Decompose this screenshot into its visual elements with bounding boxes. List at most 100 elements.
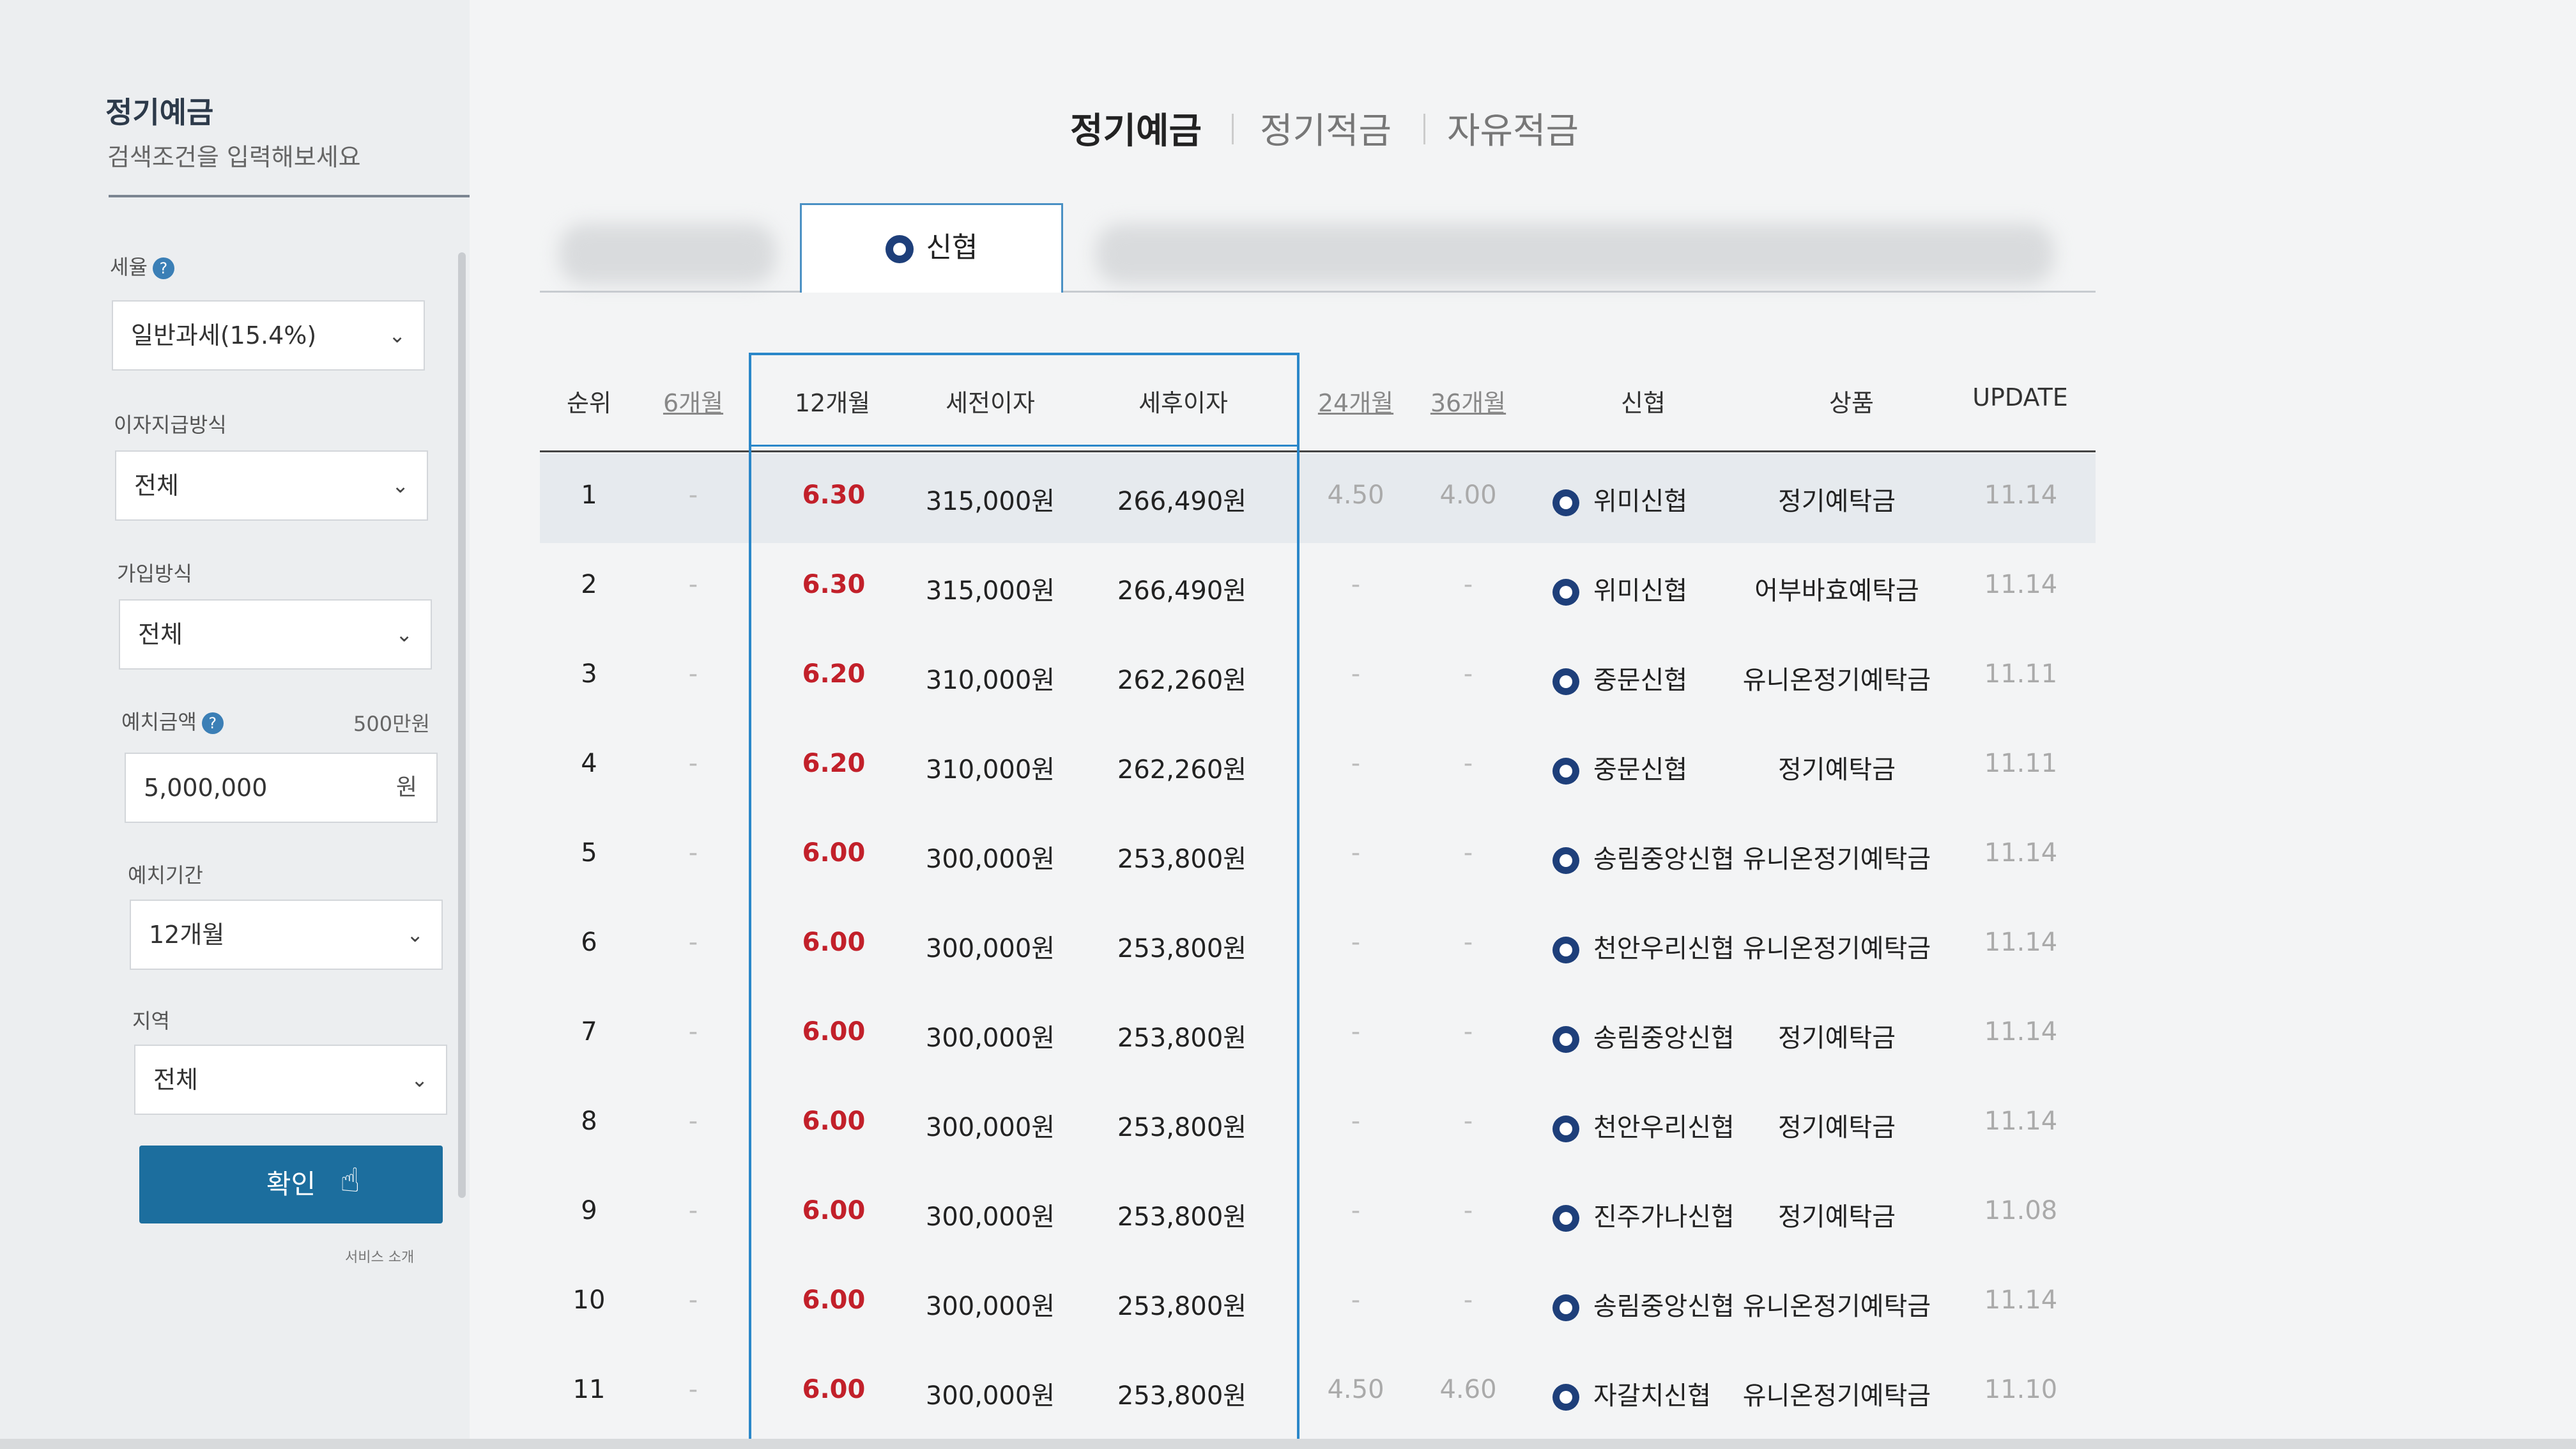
table-row[interactable]: 8 - 6.00 300,000원 253,800원 - - 정기예탁금 11.14 천안우리신협	[540, 1080, 2096, 1169]
table-row[interactable]: 1 - 6.30 315,000원 266,490원 4.50 4.00 정기예탁금 11.14…	[540, 454, 2096, 543]
cell-pre: 300,000원	[925, 845, 1055, 874]
table-row[interactable]: 9 - 6.00 300,000원 253,800원 - - 정기예탁금 11.08 진주가나신협	[540, 1169, 2096, 1259]
cell-rank: 2	[581, 570, 597, 599]
cell-m6: -	[688, 570, 698, 599]
chevron-down-icon: ⌄	[411, 1068, 428, 1092]
cell-rank: 6	[581, 928, 597, 957]
bank-name: 중문신협	[1593, 755, 1688, 785]
amount-input[interactable]: 5,000,000 원	[125, 753, 438, 823]
cell-bank[interactable]: 위미신협	[1552, 480, 1687, 518]
col-after-tax: 세후이자	[1138, 389, 1228, 417]
cell-update: 11.14	[1984, 1107, 2058, 1136]
cell-bank[interactable]: 천안우리신협	[1552, 928, 1735, 965]
cell-bank[interactable]: 송림중앙신협	[1552, 1285, 1735, 1322]
tab-fixed-deposit[interactable]: 정기예금	[1070, 102, 1202, 154]
tax-select-value: 일반과세(15.4%)	[131, 321, 317, 349]
cell-pre: 300,000원	[925, 934, 1055, 963]
cell-pre: 300,000원	[925, 1381, 1055, 1411]
cell-post: 266,490원	[1117, 576, 1247, 606]
cell-m36: -	[1463, 1285, 1473, 1315]
cell-product: 정기예탁금	[1778, 1202, 1896, 1232]
cell-rank: 4	[581, 749, 597, 778]
tax-select[interactable]: 일반과세(15.4%) ⌄	[112, 300, 425, 371]
col-6m[interactable]: 6개월	[663, 383, 723, 418]
region-label: 지역	[132, 1009, 170, 1033]
sidebar-footer-text[interactable]: 서비스 소개	[345, 1246, 414, 1266]
table-row[interactable]: 4 - 6.20 310,000원 262,260원 - - 정기예탁금 11.11 중문신협	[540, 722, 2096, 811]
cell-m12: 6.00	[802, 1375, 866, 1404]
confirm-button[interactable]: 확인	[139, 1146, 443, 1223]
cell-post: 253,800원	[1117, 1202, 1247, 1232]
cell-bank[interactable]: 천안우리신협	[1552, 1107, 1735, 1144]
bank-name: 송림중앙신협	[1593, 1023, 1735, 1053]
cell-product: 유니온정기예탁금	[1742, 845, 1931, 874]
cell-post: 253,800원	[1117, 845, 1247, 874]
cell-product: 유니온정기예탁금	[1742, 1381, 1931, 1411]
shinhyup-logo-icon	[1552, 758, 1579, 785]
region-select[interactable]: 전체 ⌄	[134, 1045, 447, 1115]
period-select-value: 12개월	[149, 921, 225, 949]
cell-update: 11.11	[1984, 749, 2058, 778]
cell-m36: -	[1463, 659, 1473, 689]
cell-m12: 6.00	[802, 1285, 866, 1315]
cell-update: 11.14	[1984, 1285, 2058, 1315]
sidebar: 정기예금 검색조건을 입력해보세요 세율? 일반과세(15.4%) ⌄ 이자지급…	[0, 0, 470, 1449]
blurred-bank-tab[interactable]	[559, 224, 776, 284]
cell-bank[interactable]: 중문신협	[1552, 749, 1687, 786]
cell-m6: -	[688, 928, 698, 957]
cell-m6: -	[688, 480, 698, 510]
cell-product: 정기예탁금	[1778, 487, 1896, 516]
interest-method-value: 전체	[134, 471, 179, 500]
region-select-value: 전체	[153, 1066, 198, 1094]
blurred-bank-tabs[interactable]	[1096, 224, 2054, 284]
table-row[interactable]: 6 - 6.00 300,000원 253,800원 - - 유니온정기예탁금 11.14 천안우…	[540, 901, 2096, 990]
bank-name: 송림중앙신협	[1593, 845, 1735, 874]
table-row[interactable]: 10 - 6.00 300,000원 253,800원 - - 유니온정기예탁금 11.14 송림…	[540, 1259, 2096, 1348]
cell-post: 253,800원	[1117, 1023, 1247, 1053]
table-row[interactable]: 3 - 6.20 310,000원 262,260원 - - 유니온정기예탁금 11.11 중문신…	[540, 632, 2096, 722]
cell-product: 정기예탁금	[1778, 1023, 1896, 1053]
cell-rank: 11	[572, 1375, 606, 1404]
cell-update: 11.14	[1984, 928, 2058, 957]
cell-bank[interactable]: 송림중앙신협	[1552, 838, 1735, 875]
table-row[interactable]: 11 - 6.00 300,000원 253,800원 4.50 4.60 유니온정기예탁금 1…	[540, 1348, 2096, 1438]
bank-tab-shinhyup[interactable]: 신협	[800, 203, 1063, 293]
col-36m[interactable]: 36개월	[1430, 383, 1506, 418]
cell-bank[interactable]: 중문신협	[1552, 659, 1687, 696]
cell-bank[interactable]: 진주가나신협	[1552, 1196, 1735, 1233]
cell-bank[interactable]: 자갈치신협	[1552, 1375, 1711, 1412]
cell-m12: 6.20	[802, 749, 866, 778]
cell-post: 262,260원	[1117, 755, 1247, 785]
cell-bank[interactable]: 송림중앙신협	[1552, 1017, 1735, 1054]
interest-method-select[interactable]: 전체 ⌄	[115, 450, 428, 521]
cell-m24: -	[1351, 570, 1361, 599]
period-select[interactable]: 12개월 ⌄	[130, 900, 443, 970]
cell-rank: 10	[572, 1285, 606, 1315]
cell-update: 11.14	[1984, 1017, 2058, 1046]
shinhyup-logo-icon	[885, 235, 914, 263]
help-circle-icon[interactable]: ?	[152, 257, 174, 279]
cell-m6: -	[688, 749, 698, 778]
cell-m12: 6.30	[802, 570, 866, 599]
table-row[interactable]: 7 - 6.00 300,000원 253,800원 - - 정기예탁금 11.14 송림중앙신협	[540, 990, 2096, 1080]
cell-m12: 6.30	[802, 480, 866, 510]
chevron-down-icon: ⌄	[392, 473, 409, 498]
tab-installment-savings[interactable]: 정기적금	[1260, 102, 1392, 154]
bank-name: 천안우리신협	[1593, 1113, 1735, 1142]
col-24m[interactable]: 24개월	[1318, 383, 1393, 418]
join-method-select[interactable]: 전체 ⌄	[119, 599, 432, 670]
cell-m12: 6.00	[802, 1107, 866, 1136]
tab-free-savings[interactable]: 자유적금	[1447, 102, 1579, 154]
sidebar-subtitle: 검색조건을 입력해보세요	[107, 143, 361, 171]
cell-pre: 300,000원	[925, 1113, 1055, 1142]
help-circle-icon[interactable]: ?	[201, 712, 224, 734]
cell-m36: -	[1463, 838, 1473, 868]
table-row[interactable]: 5 - 6.00 300,000원 253,800원 - - 유니온정기예탁금 11.14 송림중…	[540, 811, 2096, 901]
bank-name: 중문신협	[1593, 666, 1688, 695]
table-row[interactable]: 2 - 6.30 315,000원 266,490원 - - 어부바효예탁금 11.14 위미신협	[540, 543, 2096, 632]
col-12m[interactable]: 12개월	[795, 383, 870, 418]
sidebar-scrollbar[interactable]	[458, 252, 466, 1198]
cell-m6: -	[688, 1375, 698, 1404]
cell-pre: 300,000원	[925, 1292, 1055, 1321]
cell-bank[interactable]: 위미신협	[1552, 570, 1687, 607]
